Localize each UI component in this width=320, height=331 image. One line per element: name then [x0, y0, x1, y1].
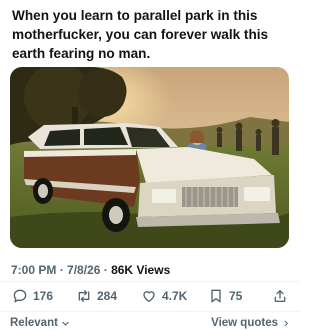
action-bar: 176 284 4.7K 75	[0, 283, 300, 309]
repost-button[interactable]: 284	[76, 287, 117, 305]
chevron-right-icon	[284, 320, 288, 326]
share-button[interactable]	[272, 287, 288, 305]
view-quotes-label: View quotes	[211, 317, 278, 329]
reply-count: 176	[33, 289, 54, 303]
post-date[interactable]: 7/8/26	[67, 263, 100, 277]
post-time[interactable]: 7:00 PM	[11, 263, 56, 277]
like-button[interactable]: 4.7K	[141, 287, 187, 305]
divider	[0, 281, 300, 282]
post-meta: 7:00 PM · 7/8/26 · 86K Views	[11, 263, 170, 277]
bookmark-count: 75	[229, 289, 243, 303]
reply-icon	[13, 289, 27, 303]
station-wagon-photo	[10, 67, 289, 248]
post-image[interactable]	[10, 67, 289, 248]
sort-dropdown[interactable]: Relevant	[10, 317, 70, 329]
views-count: 86K	[111, 263, 134, 277]
meta-separator: ·	[56, 263, 68, 277]
divider	[0, 311, 300, 312]
post-text: When you learn to parallel park in this …	[12, 8, 269, 61]
sort-label: Relevant	[10, 317, 58, 329]
views-label: Views	[136, 263, 171, 277]
repost-count: 284	[97, 289, 118, 303]
repost-icon	[78, 290, 90, 302]
share-icon	[274, 290, 286, 302]
meta-separator: ·	[100, 263, 112, 277]
like-icon	[143, 291, 155, 302]
reply-button[interactable]: 176	[12, 287, 53, 305]
bookmark-button[interactable]: 75	[208, 287, 242, 305]
chevron-down-icon	[62, 321, 69, 326]
view-quotes-link[interactable]: View quotes	[211, 317, 290, 329]
bookmark-icon	[211, 289, 221, 303]
like-count: 4.7K	[162, 289, 188, 303]
